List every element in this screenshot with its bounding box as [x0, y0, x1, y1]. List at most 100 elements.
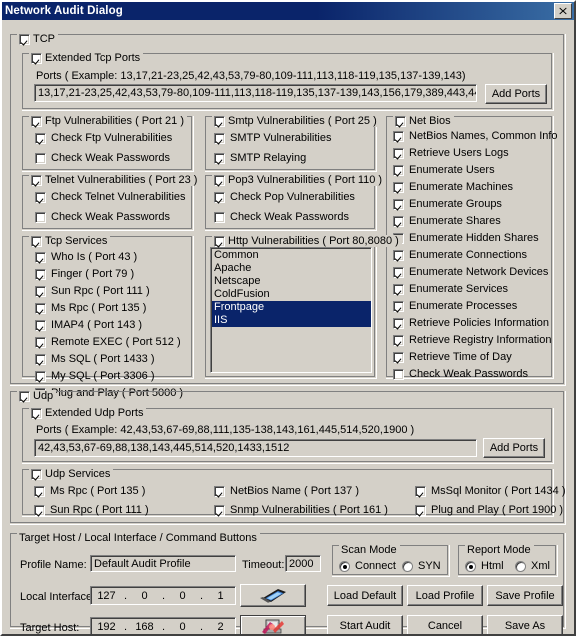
netbios-retrieve-policies-information-box[interactable] — [393, 317, 404, 329]
list-item[interactable]: Frontpage — [212, 301, 371, 314]
netbios-retrieve-users-logs-box[interactable] — [393, 147, 404, 159]
telnet-enable-checkbox[interactable] — [31, 174, 42, 186]
scan-mode-syn-radio-dot[interactable] — [402, 560, 413, 572]
tcp-enable-checkbox[interactable] — [19, 33, 30, 45]
udp-ports-input[interactable]: 42,43,53,67-69,88,138,143,445,514,520,14… — [34, 439, 477, 457]
target-host-ip-input[interactable]: 192 . 168 . 0 . 2 — [90, 617, 236, 634]
target-host-octet-1[interactable]: 192 — [92, 621, 122, 633]
netbios-enumerate-machines-box[interactable] — [393, 181, 404, 193]
http-enable-checkbox[interactable] — [214, 235, 225, 247]
tcp-service-imap4-box[interactable] — [35, 319, 46, 331]
udp-service-snmp-vulnerabilities-box[interactable] — [214, 504, 225, 516]
ftp-check-vulnerabilities[interactable]: Check Ftp Vulnerabilities — [35, 132, 172, 144]
pop3-check-weak-passwords-box[interactable] — [214, 211, 225, 223]
tcp-service-sunrpc[interactable]: Sun Rpc ( Port 111 ) — [35, 285, 150, 297]
target-host-octet-2[interactable]: 168 — [130, 621, 160, 633]
report-mode-html-radio[interactable]: Html — [465, 560, 504, 572]
netbios-enumerate-services[interactable]: Enumerate Services — [393, 283, 508, 295]
close-icon[interactable] — [554, 3, 572, 19]
smtp-vulnerabilities[interactable]: SMTP Vulnerabilities — [214, 132, 332, 144]
list-item[interactable]: IIS — [212, 314, 371, 327]
local-interface-ip-input[interactable]: 127 . 0 . 0 . 1 — [90, 586, 236, 605]
netbios-enumerate-services-box[interactable] — [393, 283, 404, 295]
netbios-enumerate-users[interactable]: Enumerate Users — [393, 164, 495, 176]
udp-service-mssql-monitor[interactable]: MsSql Monitor ( Port 1434 ) — [415, 485, 566, 497]
tcp-service-mssql-box[interactable] — [35, 353, 46, 365]
http-vulnerabilities-listbox[interactable]: Common Apache Netscape ColdFusion Frontp… — [210, 247, 372, 373]
local-interface-octet-2[interactable]: 0 — [130, 590, 160, 602]
netbios-enumerate-shares[interactable]: Enumerate Shares — [393, 215, 501, 227]
list-item[interactable]: Netscape — [212, 275, 371, 288]
netbios-names-common-info[interactable]: NetBios Names, Common Info — [393, 130, 558, 142]
netbios-enumerate-groups-box[interactable] — [393, 198, 404, 210]
netbios-enumerate-machines[interactable]: Enumerate Machines — [393, 181, 513, 193]
profile-name-input[interactable]: Default Audit Profile — [90, 555, 236, 572]
udp-service-netbios-name-box[interactable] — [214, 485, 225, 497]
scan-mode-syn-radio[interactable]: SYN — [402, 560, 441, 572]
udp-service-netbios-name[interactable]: NetBios Name ( Port 137 ) — [214, 485, 359, 497]
netbios-enumerate-processes[interactable]: Enumerate Processes — [393, 300, 517, 312]
tcp-service-imap4[interactable]: IMAP4 ( Port 143 ) — [35, 319, 142, 331]
select-local-interface-button[interactable] — [240, 584, 306, 607]
smtp-vulnerabilities-box[interactable] — [214, 132, 225, 144]
tcp-service-finger-box[interactable] — [35, 268, 46, 280]
udp-service-sunrpc[interactable]: Sun Rpc ( Port 111 ) — [34, 504, 149, 516]
tcp-service-mysql-box[interactable] — [35, 370, 46, 382]
ftp-check-vulnerabilities-box[interactable] — [35, 132, 46, 144]
list-item[interactable]: Apache — [212, 262, 371, 275]
netbios-enumerate-network-devices[interactable]: Enumerate Network Devices — [393, 266, 548, 278]
netbios-retrieve-policies-information[interactable]: Retrieve Policies Information — [393, 317, 549, 329]
netbios-enumerate-network-devices-box[interactable] — [393, 266, 404, 278]
save-as-button[interactable]: Save As — [487, 615, 563, 634]
udp-service-plug-and-play-box[interactable] — [415, 504, 426, 516]
load-default-button[interactable]: Load Default — [327, 585, 403, 606]
telnet-check-weak-passwords[interactable]: Check Weak Passwords — [35, 211, 170, 223]
netbios-enumerate-processes-box[interactable] — [393, 300, 404, 312]
netbios-names-common-info-box[interactable] — [393, 130, 404, 142]
netbios-enumerate-connections[interactable]: Enumerate Connections — [393, 249, 527, 261]
tcp-service-remote-exec[interactable]: Remote EXEC ( Port 512 ) — [35, 336, 181, 348]
udp-services-checkbox[interactable] — [31, 468, 42, 480]
netbios-enumerate-groups[interactable]: Enumerate Groups — [393, 198, 502, 210]
local-interface-octet-4[interactable]: 1 — [206, 590, 236, 602]
udp-service-msrpc[interactable]: Ms Rpc ( Port 135 ) — [34, 485, 145, 497]
list-item[interactable]: Common — [212, 249, 371, 262]
netbios-enumerate-users-box[interactable] — [393, 164, 404, 176]
telnet-check-weak-passwords-box[interactable] — [35, 211, 46, 223]
netbios-enumerate-shares-box[interactable] — [393, 215, 404, 227]
list-item[interactable]: ColdFusion — [212, 288, 371, 301]
telnet-check-vulnerabilities[interactable]: Check Telnet Vulnerabilities — [35, 191, 186, 203]
udp-service-mssql-monitor-box[interactable] — [415, 485, 426, 497]
report-mode-xml-radio-dot[interactable] — [515, 560, 526, 572]
tcp-service-msrpc-box[interactable] — [35, 302, 46, 314]
tcp-services-checkbox[interactable] — [31, 235, 42, 247]
netbios-retrieve-registry-information[interactable]: Retrieve Registry Information — [393, 334, 551, 346]
tcp-ports-input[interactable]: 13,17,21-23,25,42,43,53,79-80,109-111,11… — [34, 84, 477, 102]
tcp-service-whois-box[interactable] — [35, 251, 46, 263]
netbios-retrieve-registry-information-box[interactable] — [393, 334, 404, 346]
netbios-check-weak-passwords[interactable]: Check Weak Passwords — [393, 368, 528, 380]
tcp-service-sunrpc-box[interactable] — [35, 285, 46, 297]
ftp-check-weak-passwords-box[interactable] — [35, 152, 46, 164]
extended-udp-ports-checkbox[interactable] — [31, 407, 42, 419]
timeout-input[interactable]: 2000 — [285, 555, 321, 572]
udp-add-ports-button[interactable]: Add Ports — [483, 438, 545, 458]
tcp-service-whois[interactable]: Who Is ( Port 43 ) — [35, 251, 137, 263]
netbios-retrieve-time-of-day[interactable]: Retrieve Time of Day — [393, 351, 512, 363]
select-target-host-button[interactable] — [240, 615, 306, 634]
pop3-check-vulnerabilities[interactable]: Check Pop Vulnerabilities — [214, 191, 355, 203]
ftp-check-weak-passwords[interactable]: Check Weak Passwords — [35, 152, 170, 164]
netbios-retrieve-users-logs[interactable]: Retrieve Users Logs — [393, 147, 509, 159]
netbios-retrieve-time-of-day-box[interactable] — [393, 351, 404, 363]
tcp-service-mssql[interactable]: Ms SQL ( Port 1433 ) — [35, 353, 155, 365]
local-interface-octet-1[interactable]: 127 — [92, 590, 122, 602]
pop3-check-weak-passwords[interactable]: Check Weak Passwords — [214, 211, 349, 223]
report-mode-xml-radio[interactable]: Xml — [515, 560, 550, 572]
tcp-service-remote-exec-box[interactable] — [35, 336, 46, 348]
tcp-service-finger[interactable]: Finger ( Port 79 ) — [35, 268, 134, 280]
save-profile-button[interactable]: Save Profile — [487, 585, 563, 606]
telnet-check-vulnerabilities-box[interactable] — [35, 191, 46, 203]
local-interface-octet-3[interactable]: 0 — [168, 590, 198, 602]
pop3-enable-checkbox[interactable] — [214, 174, 225, 186]
udp-enable-checkbox[interactable] — [19, 390, 30, 402]
